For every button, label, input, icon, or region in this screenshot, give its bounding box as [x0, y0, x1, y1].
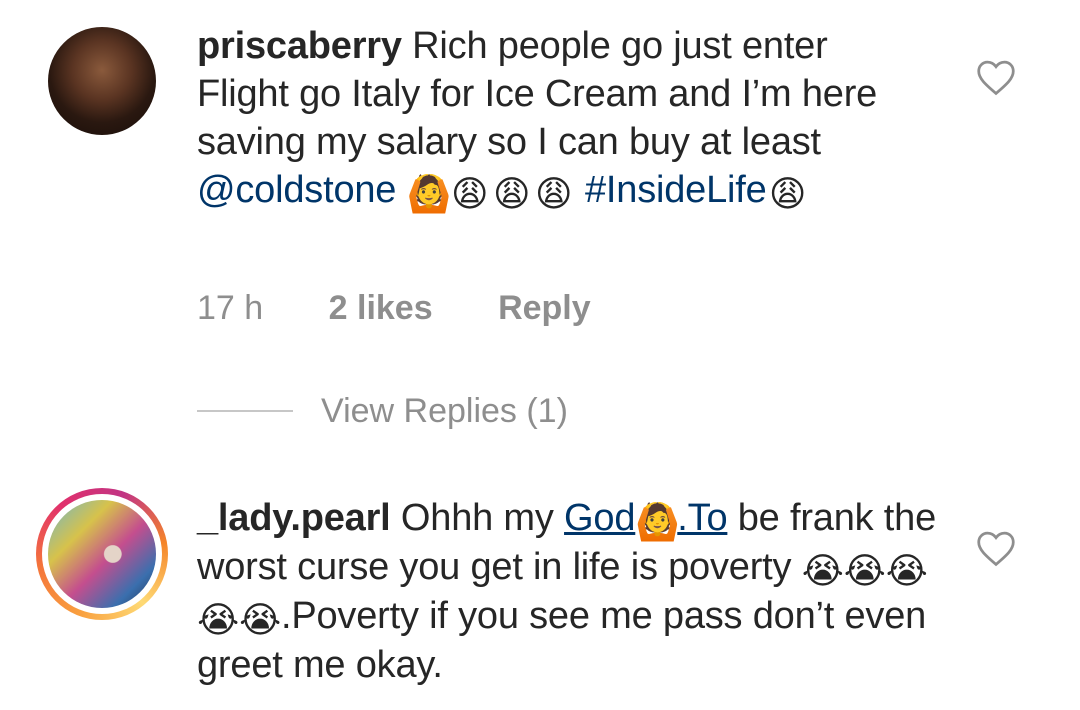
text-link[interactable]: God: [564, 497, 635, 539]
comment-time: 17 h: [197, 289, 264, 327]
avatar[interactable]: [48, 27, 156, 135]
emoji: 😩: [450, 174, 489, 215]
emoji: 🙆: [406, 174, 452, 215]
divider-line: [197, 410, 293, 412]
emoji: 😭: [843, 551, 886, 592]
view-replies-label: View Replies (1): [321, 391, 568, 430]
mention-link[interactable]: @coldstone: [197, 169, 396, 211]
comment-username[interactable]: _lady.pearl: [197, 497, 391, 539]
emoji: 😭: [239, 600, 281, 641]
text-link[interactable]: .To: [677, 497, 727, 539]
emoji: 😭: [801, 551, 844, 592]
emoji: 😩: [492, 174, 531, 215]
heart-icon[interactable]: [975, 529, 1017, 567]
likes-count-button[interactable]: 2 likes: [329, 289, 433, 327]
emoji: 🙆: [635, 502, 680, 543]
comment-text: priscaberry Rich people go just enter Fl…: [197, 22, 917, 215]
emoji: 😩: [534, 174, 573, 215]
emoji: 😩: [768, 174, 807, 215]
hashtag-link[interactable]: #InsideLife: [585, 169, 767, 211]
emoji: 😭: [197, 600, 239, 641]
comment-username[interactable]: priscaberry: [197, 25, 402, 67]
avatar[interactable]: [48, 500, 156, 608]
comment-body: .Poverty if you see me pass don’t even g…: [197, 595, 927, 686]
reply-button[interactable]: Reply: [498, 289, 591, 327]
emoji: 😭: [885, 551, 928, 592]
comment-body: Ohhh my: [390, 497, 565, 539]
heart-icon[interactable]: [975, 58, 1017, 96]
comment-text: _lady.pearl Ohhh my God🙆.To be frank the…: [197, 494, 957, 689]
view-replies-button[interactable]: View Replies (1): [197, 390, 568, 432]
comment-meta: 17 h 2 likes Reply: [197, 288, 647, 328]
